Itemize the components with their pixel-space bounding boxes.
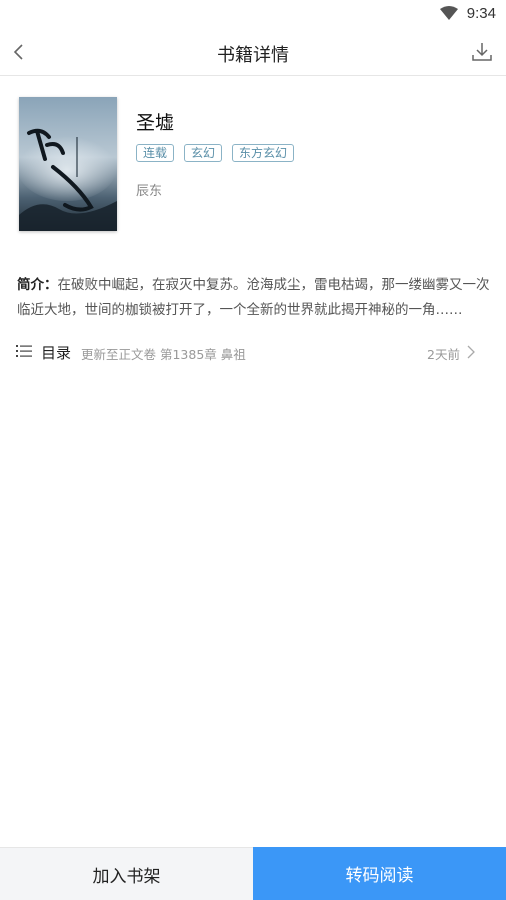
download-icon[interactable] <box>470 40 494 64</box>
list-icon <box>16 345 32 357</box>
book-intro[interactable]: 简介：在破败中崛起，在寂灭中复苏。沧海成尘，雷电枯竭，那一缕幽雾又一次临近大地，… <box>17 273 491 323</box>
tag-subgenre: 东方玄幻 <box>232 144 295 162</box>
book-tags: 连载 玄幻 东方玄幻 <box>136 144 295 162</box>
book-title: 圣墟 <box>136 112 175 134</box>
update-time: 2天前 <box>427 347 460 362</box>
wifi-icon <box>440 6 458 20</box>
status-bar: 9:34 <box>0 0 506 28</box>
tag-genre: 玄幻 <box>184 144 223 162</box>
navbar: 书籍详情 <box>0 28 506 76</box>
catalog-label: 目录 <box>41 344 72 362</box>
page-title: 书籍详情 <box>217 45 289 66</box>
book-author[interactable]: 辰东 <box>136 180 162 199</box>
latest-chapter: 更新至正文卷 第1385章 鼻祖 <box>81 347 246 362</box>
status-time: 9:34 <box>466 5 496 22</box>
read-button[interactable]: 转码阅读 <box>253 847 506 900</box>
book-cover-art <box>19 97 117 231</box>
chevron-right-icon <box>467 345 475 359</box>
catalog-row[interactable]: 目录 更新至正文卷 第1385章 鼻祖 2天前 <box>16 341 490 363</box>
tag-status: 连载 <box>136 144 175 162</box>
add-to-shelf-button[interactable]: 加入书架 <box>0 847 253 900</box>
book-cover[interactable]: 圣墟 <box>19 97 117 231</box>
bottom-action-bar: 加入书架 转码阅读 <box>0 847 506 900</box>
intro-text: 在破败中崛起，在寂灭中复苏。沧海成尘，雷电枯竭，那一缕幽雾又一次临近大地，世间的… <box>17 277 490 318</box>
intro-label: 简介： <box>17 277 58 293</box>
